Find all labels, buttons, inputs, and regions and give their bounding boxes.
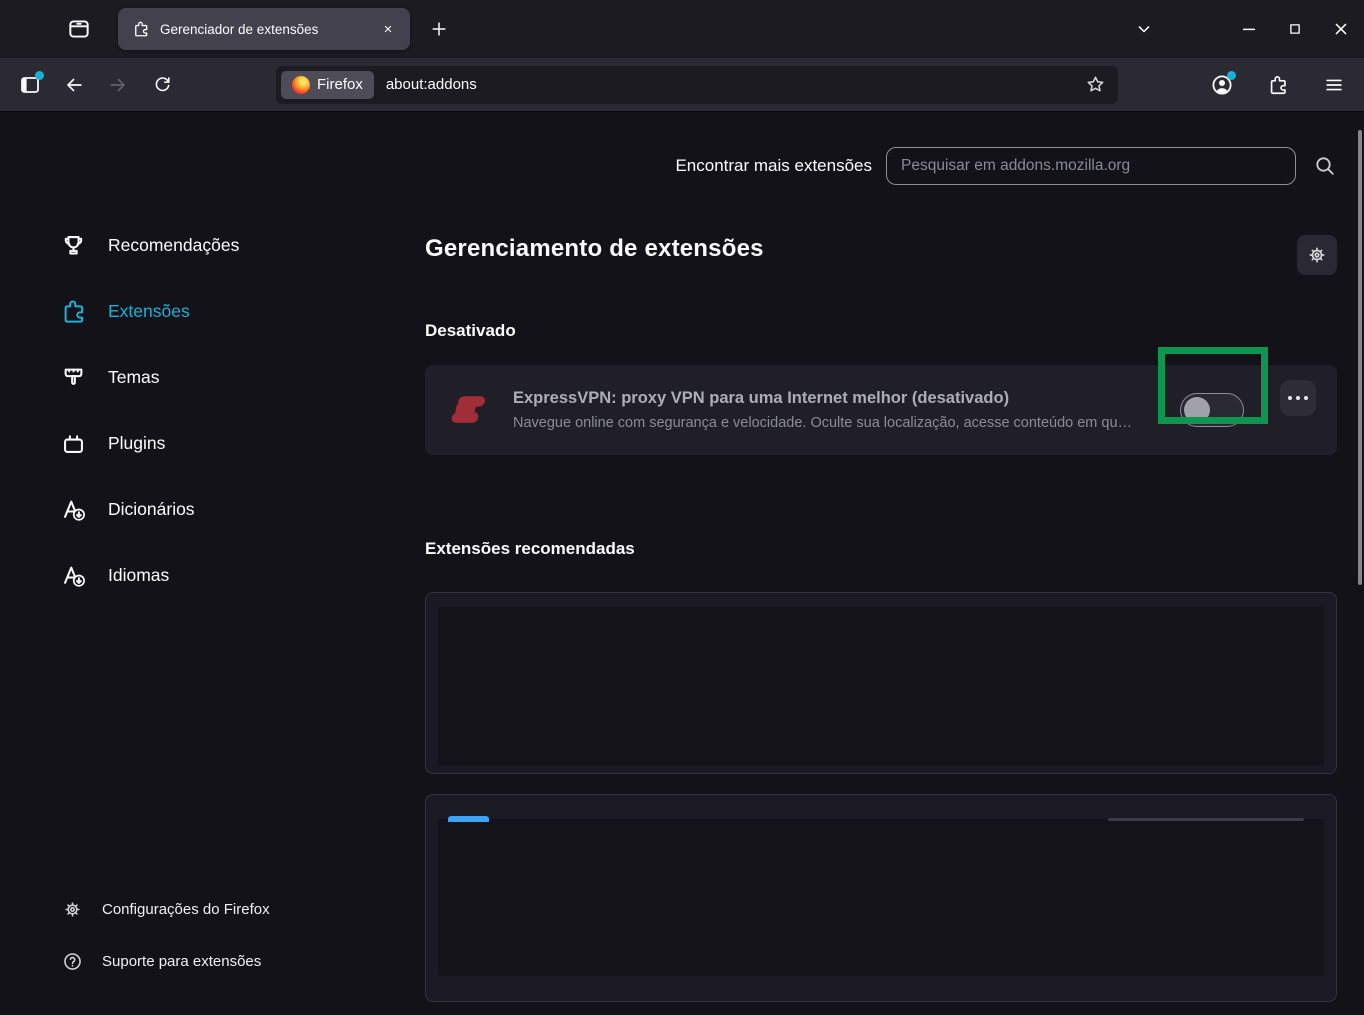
sidebar-item-recomendacoes[interactable]: Recomendações [60,225,425,265]
page-title: Gerenciamento de extensões [425,235,764,262]
sidebar-footer: Configurações do Firefox Suporte para ex… [62,871,270,975]
sidebar-item-label: Plugins [108,432,166,453]
sidebar-item-configuracoes-firefox[interactable]: Configurações do Firefox [62,895,270,923]
close-icon [1331,19,1351,39]
notification-dot [35,70,44,80]
firefox-view-button[interactable] [60,10,98,48]
minimize-button[interactable] [1226,0,1272,58]
sidebar-item-dicionarios[interactable]: Dicionários [60,489,425,529]
url-text[interactable]: about:addons [386,76,1080,93]
more-options-button[interactable] [1280,380,1316,416]
sidebar-item-label: Dicionários [108,498,195,519]
reload-button[interactable] [144,67,180,103]
hamburger-menu-icon [1323,74,1345,96]
url-bar[interactable]: Firefox about:addons [276,65,1118,104]
sidebar-item-label: Extensões [108,300,190,321]
sidebar-item-label: Idiomas [108,564,170,585]
question-circle-icon [62,951,83,972]
puzzle-icon [1267,74,1289,96]
new-tab-button[interactable] [420,10,458,48]
back-button[interactable] [56,67,92,103]
tab-gerenciador-de-extensoes[interactable]: Gerenciador de extensões [118,8,410,50]
sidebar-item-label: Recomendações [108,234,240,255]
maximize-button[interactable] [1272,0,1318,58]
sidebar-item-suporte-extensoes[interactable]: Suporte para extensões [62,947,270,975]
disabled-section-heading: Desativado [425,321,516,340]
ellipsis-icon [1288,396,1292,400]
window-controls [1124,0,1364,58]
tab-title: Gerenciador de extensões [160,21,319,37]
about-addons-page: Recomendações Extensões Temas Plugins Di… [0,112,1364,1015]
bookmark-button[interactable] [1080,70,1110,100]
recommended-extension-card[interactable] [425,592,1337,774]
chevron-down-icon [1134,19,1154,39]
list-all-tabs-button[interactable] [1124,10,1164,48]
star-icon [1085,74,1106,95]
sidebar-item-label: Temas [108,366,160,387]
addons-main: Encontrar mais extensões Gerenciamento d… [425,112,1364,1015]
recommended-section-heading: Extensões recomendadas [425,539,635,558]
sidebar-item-plugins[interactable]: Plugins [60,423,425,463]
sidebar-item-idiomas[interactable]: Idiomas [60,555,425,595]
sidebar-item-extensoes[interactable]: Extensões [60,291,425,331]
language-download-icon [60,496,87,523]
firefox-identity-chip[interactable]: Firefox [281,70,374,99]
back-arrow-icon [63,74,85,96]
plug-icon [60,430,87,457]
loading-logo-placeholder [448,816,489,822]
search-input[interactable] [886,147,1296,185]
footer-item-label: Suporte para extensões [102,952,262,970]
forward-arrow-icon [107,74,129,96]
sidebar-toggle-button[interactable] [12,67,48,103]
ellipsis-icon [1304,396,1308,400]
tools-for-all-addons-button[interactable] [1297,235,1337,275]
search-row: Encontrar mais extensões [425,147,1337,185]
expressvpn-logo-icon [443,386,491,434]
notification-dot [1227,70,1236,80]
forward-button[interactable] [100,67,136,103]
ellipsis-icon [1296,396,1300,400]
paintbrush-icon [60,364,87,391]
footer-item-label: Configurações do Firefox [102,900,270,918]
gear-icon [1306,244,1328,266]
navigation-toolbar: Firefox about:addons [0,58,1364,112]
extension-text: ExpressVPN: proxy VPN para uma Internet … [513,389,1153,431]
reload-icon [152,74,173,95]
maximize-icon [1286,20,1304,38]
extension-description: Navegue online com segurança e velocidad… [513,415,1133,431]
sidebar-item-temas[interactable]: Temas [60,357,425,397]
firefox-view-icon [66,16,92,42]
language-download-icon [60,562,87,589]
extensions-button[interactable] [1260,67,1296,103]
search-label: Encontrar mais extensões [675,156,872,175]
card-placeholder [438,819,1324,976]
tab-close-button[interactable] [376,17,400,41]
account-button[interactable] [1204,67,1240,103]
recommended-extension-card[interactable] [425,794,1337,1002]
loading-skeleton-bar [1108,818,1304,821]
search-icon[interactable] [1313,154,1337,178]
gear-icon [62,899,83,920]
addons-sidebar: Recomendações Extensões Temas Plugins Di… [0,112,425,1015]
trophy-icon [60,232,87,259]
scrollbar-thumb[interactable] [1358,130,1362,585]
main-header: Gerenciamento de extensões [425,235,1337,275]
tab-bar: Gerenciador de extensões [0,0,1364,58]
firefox-logo-icon [292,75,310,94]
extension-card-expressvpn[interactable]: ExpressVPN: proxy VPN para uma Internet … [425,347,1337,455]
extension-name: ExpressVPN: proxy VPN para uma Internet … [513,389,1010,407]
chip-label: Firefox [317,76,363,93]
minimize-icon [1239,19,1259,39]
card-placeholder [438,607,1324,766]
close-window-button[interactable] [1318,0,1364,58]
toolbar-right [1204,67,1352,103]
close-icon [381,22,395,36]
app-menu-button[interactable] [1316,67,1352,103]
annotation-highlight-box [1158,347,1268,424]
puzzle-icon [132,20,150,38]
plus-icon [429,19,449,39]
puzzle-icon [60,298,87,325]
